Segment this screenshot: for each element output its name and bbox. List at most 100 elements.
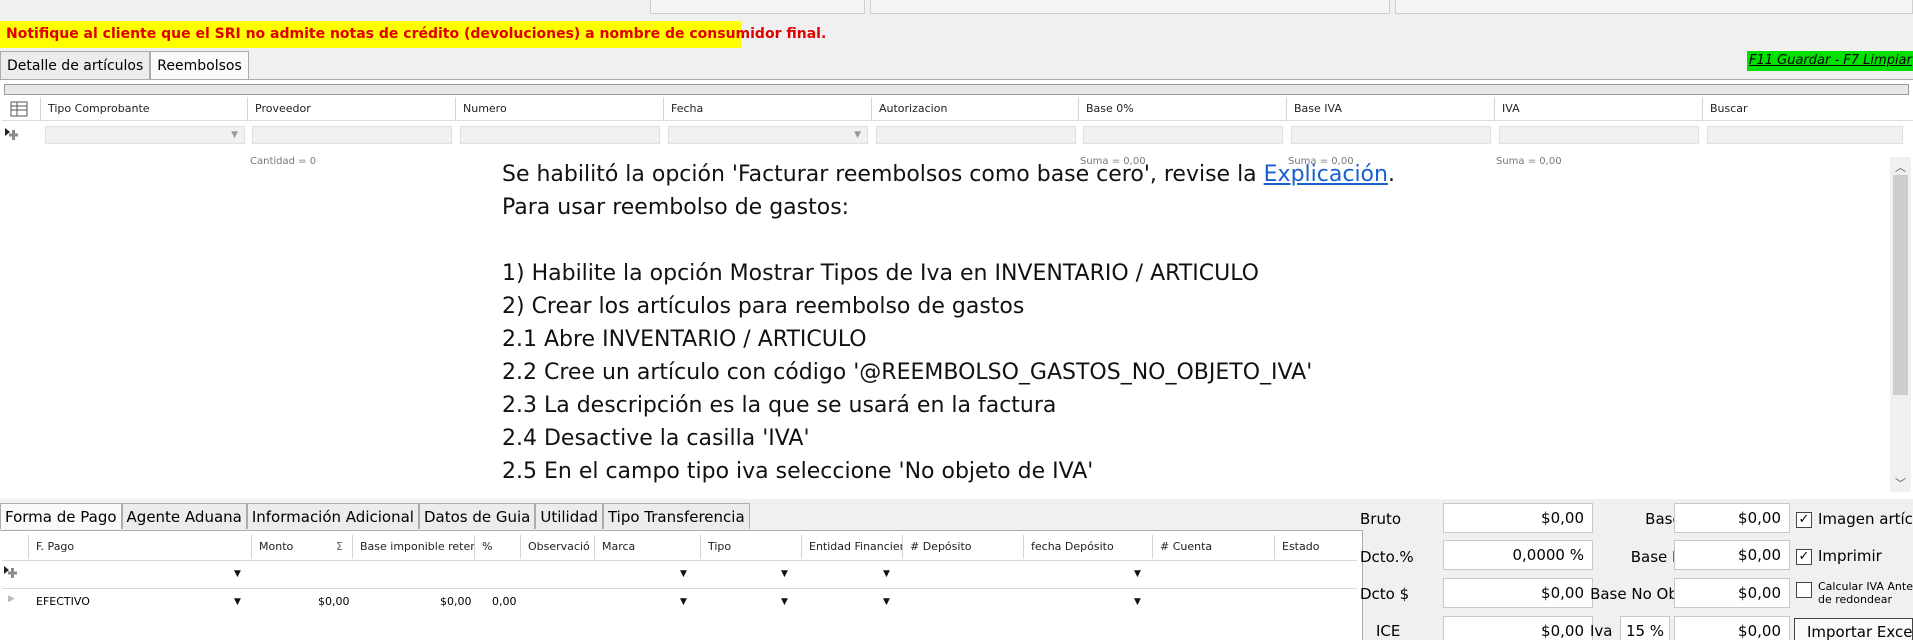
tab-detalle-articulos[interactable]: Detalle de artículos: [0, 51, 151, 80]
chevron-down-icon[interactable]: ▼: [680, 597, 687, 607]
chevron-down-icon[interactable]: ﹀: [1895, 475, 1906, 491]
instruction-line: 1) Habilite la opción Mostrar Tipos de I…: [502, 261, 1260, 286]
col-tipo[interactable]: Tipo: [700, 535, 801, 559]
instruction-line: 2.5 En el campo tipo iva seleccione 'No …: [502, 459, 1094, 484]
col-autorizacion[interactable]: Autorizacion: [871, 97, 1078, 121]
imagen-articulo-label: Imagen artícul: [1818, 510, 1913, 528]
instruction-line: 2.3 La descripción es la que se usará en…: [502, 393, 1057, 418]
cell-base-imponible[interactable]: $0,00: [440, 595, 472, 608]
dcto-pct-field[interactable]: 0,0000 %: [1443, 540, 1593, 570]
bruto-field[interactable]: $0,00: [1443, 503, 1593, 533]
reembolsos-grid-header: Tipo Comprobante Proveedor Numero Fecha …: [2, 97, 1913, 121]
col-deposito[interactable]: # Depósito: [902, 535, 1023, 559]
tab-utilidad[interactable]: Utilidad: [535, 503, 603, 529]
instruction-line: Para usar reembolso de gastos:: [502, 195, 850, 220]
summary-cantidad: Cantidad = 0: [250, 156, 317, 167]
proveedor-input[interactable]: [252, 126, 452, 144]
col-f-pago[interactable]: F. Pago: [28, 535, 251, 559]
chevron-down-icon[interactable]: ▼: [1134, 597, 1141, 607]
table-row[interactable]: ▶ EFECTIVO ▼ $0,00 $0,00 0,00 ▼ ▼ ▼ ▼: [0, 589, 1360, 615]
iva-field[interactable]: $0,00: [1674, 616, 1790, 640]
col-numero[interactable]: Numero: [455, 97, 663, 121]
fecha-picker[interactable]: ▼: [668, 126, 868, 144]
bottom-tabs: Forma de Pago Agente Aduana Información …: [0, 503, 750, 530]
iva-rate-field[interactable]: 15 %: [1620, 616, 1670, 640]
col-base-iva[interactable]: Base IVA: [1286, 97, 1494, 121]
ice-label: ICE: [1376, 622, 1401, 640]
col-buscar[interactable]: Buscar: [1702, 97, 1913, 121]
reembolso-instructions: Se habilitó la opción 'Facturar reembols…: [502, 158, 1882, 488]
chevron-down-icon[interactable]: ▼: [1134, 569, 1141, 579]
row-divider: [2, 560, 1357, 561]
col-observacion[interactable]: Observació: [520, 535, 594, 559]
tab-forma-de-pago[interactable]: Forma de Pago: [0, 503, 122, 529]
imagen-articulo-checkbox[interactable]: ✓: [1796, 512, 1812, 528]
chevron-up-icon[interactable]: ︿: [1895, 159, 1906, 175]
dcto-pct-label: Dcto.%: [1360, 548, 1414, 566]
col-base-0[interactable]: Base 0%: [1078, 97, 1286, 121]
col-base-imponible[interactable]: Base imponible reten: [352, 535, 474, 559]
tab-informacion-adicional[interactable]: Información Adicional: [246, 503, 419, 529]
col-tipo-comprobante[interactable]: Tipo Comprobante: [40, 97, 247, 121]
imprimir-checkbox[interactable]: ✓: [1796, 549, 1812, 565]
main-tabs: Detalle de artículos Reembolsos: [0, 51, 249, 81]
chevron-down-icon[interactable]: ▼: [883, 597, 890, 607]
tab-agente-aduana[interactable]: Agente Aduana: [121, 503, 247, 529]
ice-field[interactable]: $0,00: [1443, 616, 1593, 640]
calcular-iva-label: Calcular IVA Antes de redondear: [1818, 580, 1913, 606]
col-fecha[interactable]: Fecha: [663, 97, 871, 121]
col-iva[interactable]: IVA: [1494, 97, 1702, 121]
bruto-label: Bruto: [1360, 510, 1402, 528]
col-entidad-financiera[interactable]: Entidad Financier: [801, 535, 902, 559]
horizontal-scrollbar[interactable]: [4, 84, 1909, 95]
chevron-down-icon[interactable]: ▼: [781, 569, 788, 579]
iva-input[interactable]: [1499, 126, 1699, 144]
buscar-input[interactable]: [1707, 126, 1903, 144]
col-estado[interactable]: Estado: [1274, 535, 1359, 559]
tab-tipo-transferencia[interactable]: Tipo Transferencia: [602, 503, 750, 529]
col-cuenta[interactable]: # Cuenta: [1152, 535, 1274, 559]
explicacion-link[interactable]: Explicación: [1264, 162, 1388, 187]
baseiva-field[interactable]: $0,00: [1674, 540, 1790, 570]
cell-f-pago[interactable]: EFECTIVO: [36, 595, 90, 608]
top-panel-mid: [870, 0, 1390, 14]
base0-field[interactable]: $0,00: [1674, 503, 1790, 533]
iva-label: Iva: [1590, 622, 1613, 640]
base0-input[interactable]: [1083, 126, 1283, 144]
calcular-iva-checkbox[interactable]: [1796, 582, 1812, 598]
instruction-line: 2) Crear los artículos para reembolso de…: [502, 294, 1025, 319]
chevron-down-icon[interactable]: ▼: [883, 569, 890, 579]
sum-icon[interactable]: Σ: [336, 540, 343, 553]
baseiva-input[interactable]: [1291, 126, 1491, 144]
instruction-line: Se habilitó la opción 'Facturar reembols…: [502, 162, 1395, 187]
instructions-scrollbar[interactable]: ︿ ﹀: [1890, 157, 1911, 492]
row-indicator-icon: ▶: [8, 594, 15, 604]
numero-input[interactable]: [460, 126, 660, 144]
cell-monto[interactable]: $0,00: [318, 595, 350, 608]
payments-grid: F. Pago Monto Σ Base imponible reten % O…: [0, 530, 1363, 640]
autorizacion-input[interactable]: [876, 126, 1076, 144]
col-fecha-deposito[interactable]: fecha Depósito: [1023, 535, 1152, 559]
col-proveedor[interactable]: Proveedor: [247, 97, 455, 121]
tipo-comprobante-select[interactable]: ▼: [45, 126, 245, 144]
basenoobj-field[interactable]: $0,00: [1674, 578, 1790, 608]
instruction-line: 2.4 Desactive la casilla 'IVA': [502, 426, 810, 451]
column-chooser-icon[interactable]: [10, 101, 28, 117]
chevron-down-icon[interactable]: ▼: [234, 597, 241, 607]
shortcut-hint: F11 Guardar - F7 Limpiar: [1747, 51, 1913, 71]
chevron-down-icon[interactable]: ▼: [234, 569, 241, 579]
tab-datos-de-guia[interactable]: Datos de Guia: [418, 503, 536, 529]
col-porcentaje[interactable]: %: [474, 535, 520, 559]
importar-excel-button[interactable]: Importar Excel: [1794, 618, 1913, 640]
cell-porcentaje[interactable]: 0,00: [492, 595, 517, 608]
chevron-down-icon: ▼: [231, 130, 238, 140]
top-panel-right: [1395, 0, 1913, 14]
chevron-down-icon[interactable]: ▼: [781, 597, 788, 607]
instruction-line: 2.2 Cree un artículo con código '@REEMBO…: [502, 360, 1313, 385]
scrollbar-thumb[interactable]: [1893, 175, 1908, 395]
dcto-usd-label: Dcto $: [1360, 585, 1410, 603]
tab-reembolsos[interactable]: Reembolsos: [150, 51, 249, 81]
new-row-icon: [4, 126, 20, 142]
chevron-down-icon[interactable]: ▼: [680, 569, 687, 579]
col-marca[interactable]: Marca: [594, 535, 700, 559]
